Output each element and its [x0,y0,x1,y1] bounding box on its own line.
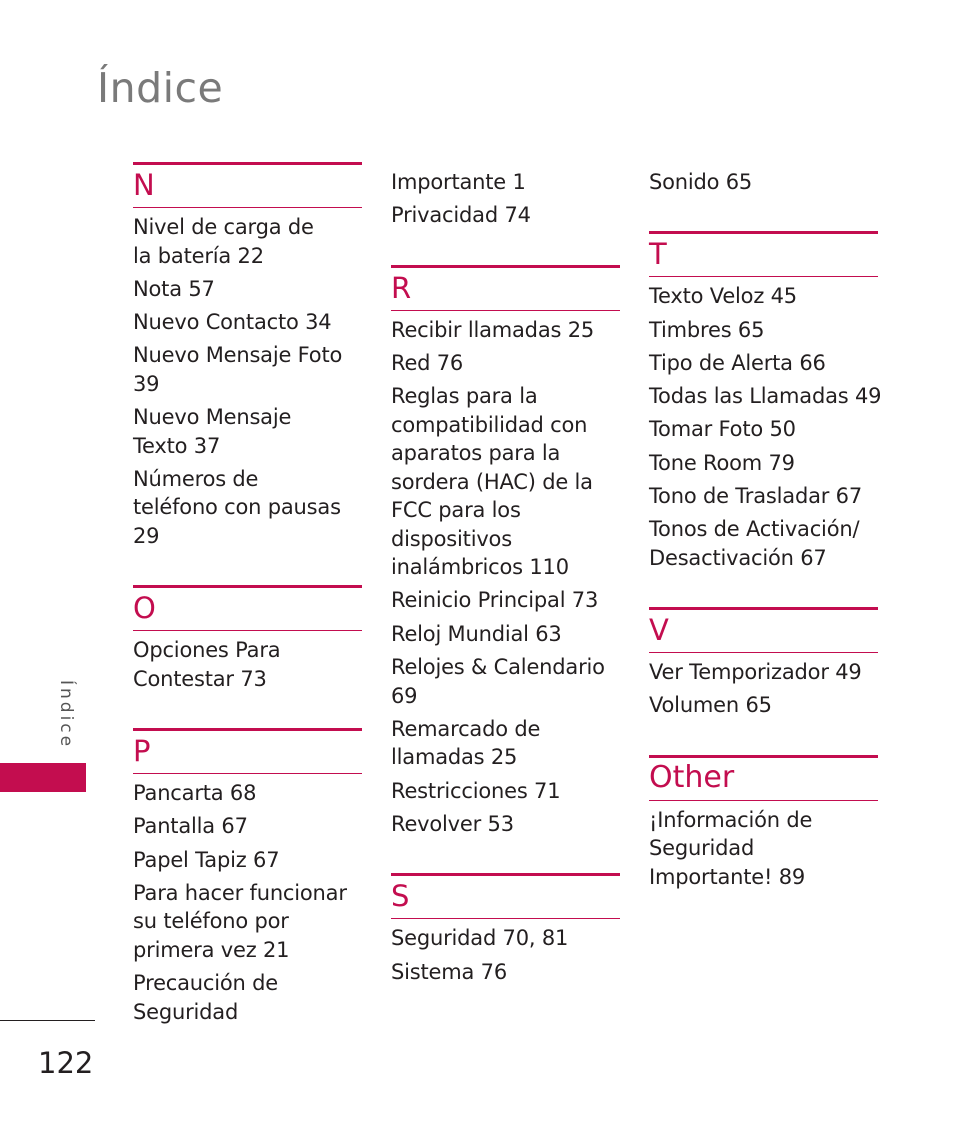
index-section-p: P Pancarta 68 Pantalla 67 Papel Tapiz 67… [133,728,362,1026]
section-rule-thin [649,799,878,801]
index-entry[interactable]: Pantalla 67 [133,812,362,841]
index-entry[interactable]: Tomar Foto 50 [649,415,878,444]
section-rule-thin [133,773,362,775]
section-rule-thin [391,918,620,920]
page-title: Índice [97,64,224,112]
index-entry[interactable]: Tonos de Activación/ Desactivación 67 [649,515,874,572]
section-letter: Other [649,759,735,795]
index-entry[interactable]: Opciones Para Contestar 73 [133,636,293,693]
index-entry[interactable]: Privacidad 74 [391,201,620,230]
index-entry[interactable]: Precaución de Seguridad [133,969,283,1026]
footer-rule [0,1020,95,1021]
index-entry[interactable]: Sistema 76 [391,958,620,987]
page-number: 122 [38,1046,94,1080]
index-entry[interactable]: Reloj Mundial 63 [391,620,620,649]
index-entry[interactable]: Volumen 65 [649,691,878,720]
index-entry[interactable]: Relojes & Calendario 69 [391,653,606,710]
section-rule-thin [649,276,878,278]
index-entry[interactable]: Seguridad 70, 81 [391,924,620,953]
index-section-o: O Opciones Para Contestar 73 [133,585,362,693]
index-entry[interactable]: Importante 1 [391,168,620,197]
index-entry[interactable]: Timbres 65 [649,316,878,345]
section-rule-thin [133,207,362,208]
index-entry[interactable]: Tone Room 79 [649,449,878,478]
index-entry[interactable]: Texto Veloz 45 [649,282,878,311]
section-letter: N [133,168,155,202]
index-entry[interactable]: Reinicio Principal 73 [391,586,620,615]
index-section-r: R Recibir llamadas 25 Red 76 Reglas para… [391,264,620,839]
side-tab-marker [0,763,86,792]
section-letter: P [133,734,151,769]
index-entry[interactable]: Sonido 65 [649,168,878,197]
index-section-s: S Seguridad 70, 81 Sistema 76 [391,873,620,986]
index-column-1: N Nivel de carga de la batería 22 Nota 5… [133,162,362,1031]
index-entry[interactable]: Restricciones 71 [391,777,620,806]
index-entry[interactable]: Nuevo Mensaje Foto 39 [133,341,343,398]
index-section-other: Other ¡Información de Seguridad Importan… [649,754,878,892]
index-entry[interactable]: Tono de Trasladar 67 [649,482,889,511]
index-entry[interactable]: Red 76 [391,349,620,378]
index-column-3: Sonido 65 T Texto Veloz 45 Timbres 65 Ti… [649,168,882,896]
index-column-2: Importante 1 Privacidad 74 R Recibir lla… [391,168,620,991]
section-letter: R [391,270,412,305]
index-entry[interactable]: Papel Tapiz 67 [133,846,362,875]
index-entry[interactable]: Números de teléfono con pausas 29 [133,465,348,551]
section-letter: S [391,879,410,914]
index-entry[interactable]: Ver Temporizador 49 [649,658,889,687]
index-entry[interactable]: Para hacer funcionar su teléfono por pri… [133,879,362,965]
section-rule-thin [133,630,362,632]
section-letter: T [649,237,667,272]
index-entry[interactable]: Tipo de Alerta 66 [649,349,878,378]
index-entry[interactable]: Nota 57 [133,275,362,304]
index-entry[interactable]: Nuevo Mensaje Texto 37 [133,403,348,460]
index-entry[interactable]: Revolver 53 [391,810,620,839]
index-entry[interactable]: Recibir llamadas 25 [391,316,620,345]
index-section-t: T Texto Veloz 45 Timbres 65 Tipo de Aler… [649,231,882,572]
index-section-n: N Nivel de carga de la batería 22 Nota 5… [133,162,362,550]
index-section-v: V Ver Temporizador 49 Volumen 65 [649,607,878,720]
index-entry[interactable]: Nuevo Contacto 34 [133,308,362,337]
index-entry[interactable]: ¡Información de Seguridad Importante! 89 [649,806,874,892]
side-section-label: Índice [56,680,76,750]
section-letter: V [649,613,669,648]
index-entry[interactable]: Reglas para la compatibilidad con aparat… [391,382,596,582]
index-entry[interactable]: Todas las Llamadas 49 [649,382,889,411]
index-entry[interactable]: Remarcado de llamadas 25 [391,715,541,772]
section-rule-thin [391,309,620,311]
index-entry[interactable]: Pancarta 68 [133,779,362,808]
section-letter: O [133,591,156,626]
section-rule-thin [649,652,878,654]
index-entry[interactable]: Nivel de carga de la batería 22 [133,213,333,270]
